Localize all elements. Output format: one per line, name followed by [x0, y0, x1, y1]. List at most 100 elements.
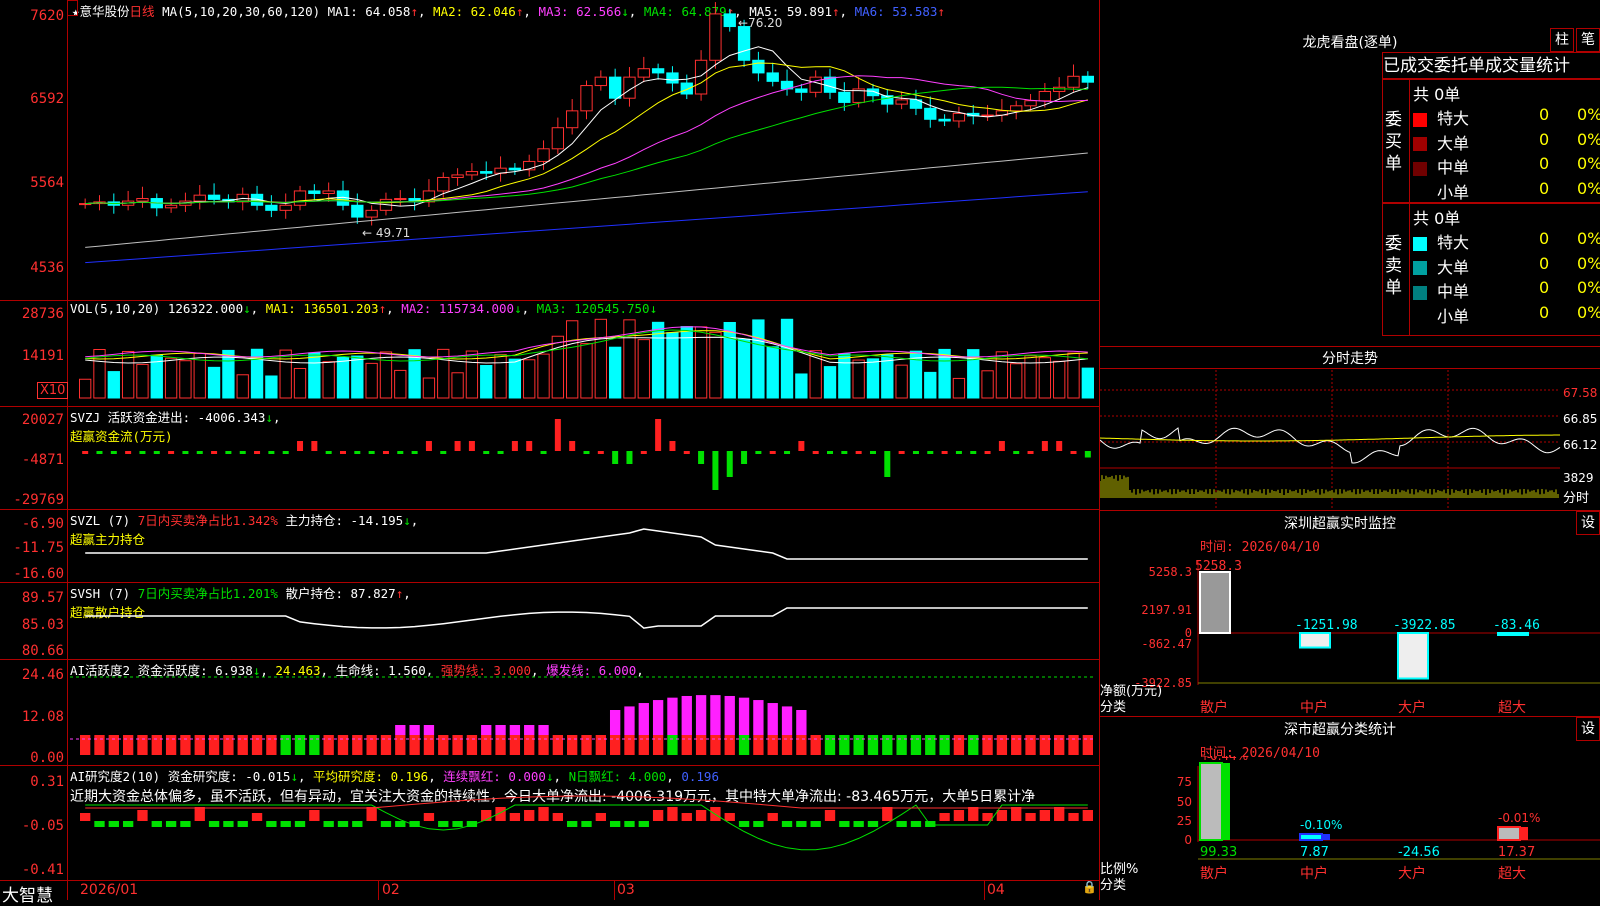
fund-flow-bar [784, 451, 791, 454]
activity-bar [982, 735, 993, 755]
buy-row-pct: 0% [1577, 129, 1600, 149]
activity-bar [968, 735, 979, 755]
intra-axis-2: 66.85 [1563, 412, 1598, 426]
stats-bar [1199, 762, 1223, 841]
fund-flow-bar [927, 451, 934, 454]
activity-bar-top [652, 700, 664, 735]
research-bar [438, 821, 449, 827]
intraday-title: 分时走势 [1322, 351, 1378, 367]
volume-bar [723, 321, 736, 399]
buy-orders-box: 委买单 共 0单 特大 0 0% 大单 0 0% 中单 0 0% 小单 0 0% [1382, 78, 1600, 204]
research-bar [323, 821, 334, 827]
lock-icon[interactable]: 🔒 [1082, 880, 1097, 894]
volume-bar [1010, 363, 1023, 399]
ma120-line [85, 191, 1088, 264]
activity-bar [753, 735, 764, 755]
candle [308, 190, 321, 194]
research-bar [266, 821, 277, 827]
candle [551, 127, 565, 150]
intra-axis-1: 67.58 [1563, 386, 1598, 400]
stats-bottom-3: 17.37 [1498, 845, 1535, 860]
research-bar [824, 810, 836, 821]
volume-bar [823, 366, 837, 399]
activity-bar [94, 735, 105, 755]
collapse-toggle[interactable] [67, 0, 78, 16]
fund-flow-bar [468, 441, 475, 451]
research-bar [638, 821, 649, 827]
activity-bar-top [767, 703, 778, 735]
research-bar [1039, 810, 1051, 821]
stats-bottom-2: -24.56 [1398, 845, 1440, 860]
fund-flow-bar [454, 441, 461, 451]
activity-bar [237, 735, 248, 755]
sell-row-pct: 0% [1577, 253, 1600, 273]
fund-flow-bar [540, 451, 547, 454]
stats-settings-button[interactable]: 设 [1576, 717, 1600, 741]
volume-bar [752, 319, 765, 399]
stats-top-2: -0.01% [1498, 811, 1540, 825]
activity-bar-top [423, 725, 435, 735]
monitor-settings-button[interactable]: 设 [1576, 511, 1600, 535]
fund-flow-bar [382, 451, 389, 454]
research-bar [380, 821, 392, 827]
volume-bar [336, 356, 350, 399]
candle [136, 198, 149, 202]
research-bar [180, 821, 191, 827]
buy-row: 小单 0 0% [1413, 179, 1600, 203]
sell-row-name: 小单 [1437, 306, 1470, 326]
fund-flow-bar [626, 451, 633, 464]
activity-bar [452, 735, 463, 755]
stats-bar-part [1520, 827, 1528, 840]
fund-flow-bar [597, 451, 604, 454]
monitor-value: -1251.98 [1295, 618, 1358, 633]
intraday-chart[interactable] [1100, 370, 1600, 510]
sell-row-pct: 0% [1577, 302, 1600, 322]
fund-flow-bar [483, 451, 490, 454]
chart-area[interactable]: ★意华股份日线 MA(5,10,20,30,60,120) MA1: 64.05… [0, 0, 1100, 906]
sell-total: 共 0单 [1413, 209, 1461, 228]
fund-flow-bar [755, 451, 762, 454]
research-bar [996, 810, 1008, 821]
high-price-marker: ←76.20 [738, 16, 782, 30]
activity-bar-top [781, 706, 793, 735]
activity-bar [581, 735, 592, 755]
activity-bar [1011, 735, 1022, 755]
monitor-bar [1397, 632, 1429, 680]
activity-bar [481, 735, 492, 755]
tick-view-button[interactable]: 笔 [1576, 28, 1600, 52]
tab-orders[interactable]: 委托单 [1434, 56, 1485, 76]
stats-xlabel: 分类 [1100, 878, 1127, 893]
activity-bar [853, 735, 864, 755]
stats-bar-part [1222, 763, 1230, 840]
volume-bar [79, 378, 92, 399]
stats-axis-3: 0 [1184, 833, 1192, 847]
stats-axis-2: 25 [1177, 814, 1192, 828]
research-bar [781, 821, 793, 827]
volume-bar [523, 359, 536, 399]
column-view-button[interactable]: 柱 [1550, 28, 1574, 52]
activity-bar [80, 735, 91, 755]
research-bar [681, 813, 692, 821]
activity-bar [867, 735, 879, 755]
activity-bar [681, 735, 692, 755]
stats-cat-0: 散户 [1200, 865, 1228, 882]
activity-bar [953, 735, 965, 755]
research-bar [280, 821, 291, 827]
intraday-avg-line [1100, 434, 1560, 442]
buy-total: 共 0单 [1413, 85, 1461, 104]
activity-bar [1025, 735, 1036, 755]
fund-flow-bar [268, 451, 275, 454]
research-bar [423, 813, 435, 821]
activity-bar [738, 735, 750, 755]
tab-filled[interactable]: 已成交 [1383, 56, 1434, 76]
candle [795, 88, 808, 93]
stats-bar [1497, 826, 1521, 841]
candle [809, 76, 822, 93]
candle [437, 176, 450, 192]
research-bar [94, 821, 105, 827]
research-bar [294, 821, 306, 827]
activity-bar [438, 735, 449, 755]
research-bar [452, 821, 463, 827]
tab-volume-stats[interactable]: 成交量统计 [1485, 56, 1570, 76]
candle [666, 72, 679, 84]
